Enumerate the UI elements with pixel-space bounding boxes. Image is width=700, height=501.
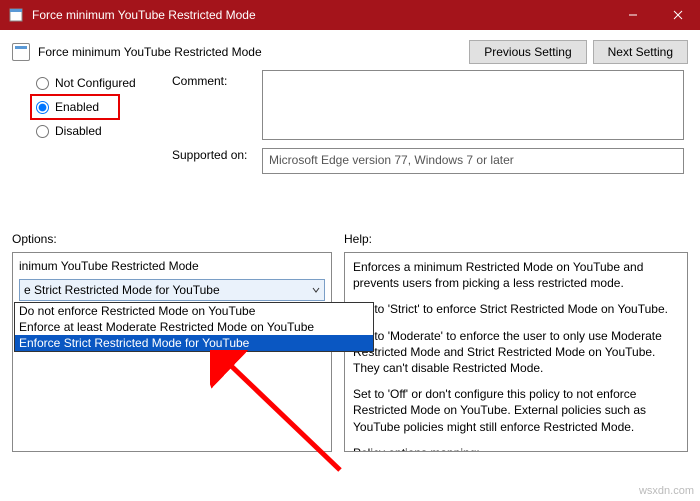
radio-enabled[interactable]: Enabled (36, 100, 172, 114)
dropdown-value: e Strict Restricted Mode for YouTube (24, 283, 220, 297)
dropdown-item-off[interactable]: Do not enforce Restricted Mode on YouTub… (15, 303, 373, 319)
radio-label: Enabled (55, 100, 99, 114)
help-label: Help: (344, 232, 688, 246)
radio-label: Disabled (55, 124, 102, 138)
chevron-down-icon (312, 283, 320, 297)
options-panel: inimum YouTube Restricted Mode e Strict … (12, 252, 332, 452)
config-row: Not Configured Enabled Disabled Comment:… (0, 66, 700, 228)
previous-setting-button[interactable]: Previous Setting (469, 40, 586, 64)
help-panel: Enforces a minimum Restricted Mode on Yo… (344, 252, 688, 452)
supported-label: Supported on: (172, 148, 262, 162)
supported-on-text: Microsoft Edge version 77, Windows 7 or … (262, 148, 684, 174)
help-text: Set to 'Off' or don't configure this pol… (353, 386, 679, 435)
window-buttons (610, 0, 700, 30)
radio-label: Not Configured (55, 76, 136, 90)
restricted-mode-dropdown[interactable]: e Strict Restricted Mode for YouTube Do … (19, 279, 325, 301)
options-label: Options: (12, 232, 332, 246)
next-setting-button[interactable]: Next Setting (593, 40, 688, 64)
policy-title: Force minimum YouTube Restricted Mode (38, 45, 469, 59)
radio-disabled[interactable]: Disabled (36, 124, 172, 138)
window-icon (8, 7, 24, 23)
option-caption: inimum YouTube Restricted Mode (19, 259, 325, 273)
help-text: Set to 'Moderate' to enforce the user to… (353, 328, 679, 377)
policy-icon (12, 43, 30, 61)
dropdown-list: Do not enforce Restricted Mode on YouTub… (14, 302, 374, 352)
help-text: Enforces a minimum Restricted Mode on Yo… (353, 259, 679, 291)
comment-input[interactable] (262, 70, 684, 140)
minimize-button[interactable] (610, 0, 655, 30)
dropdown-item-strict[interactable]: Enforce Strict Restricted Mode for YouTu… (15, 335, 373, 351)
help-text: Set to 'Strict' to enforce Strict Restri… (353, 301, 679, 317)
titlebar: Force minimum YouTube Restricted Mode (0, 0, 700, 30)
radio-not-configured[interactable]: Not Configured (36, 76, 172, 90)
policy-editor-window: Force minimum YouTube Restricted Mode Fo… (0, 0, 700, 501)
close-button[interactable] (655, 0, 700, 30)
comment-label: Comment: (172, 74, 262, 88)
watermark: wsxdn.com (639, 485, 694, 497)
window-title: Force minimum YouTube Restricted Mode (32, 8, 610, 22)
help-text: Policy options mapping: (353, 445, 679, 452)
dropdown-item-moderate[interactable]: Enforce at least Moderate Restricted Mod… (15, 319, 373, 335)
header-row: Force minimum YouTube Restricted Mode Pr… (0, 30, 700, 66)
